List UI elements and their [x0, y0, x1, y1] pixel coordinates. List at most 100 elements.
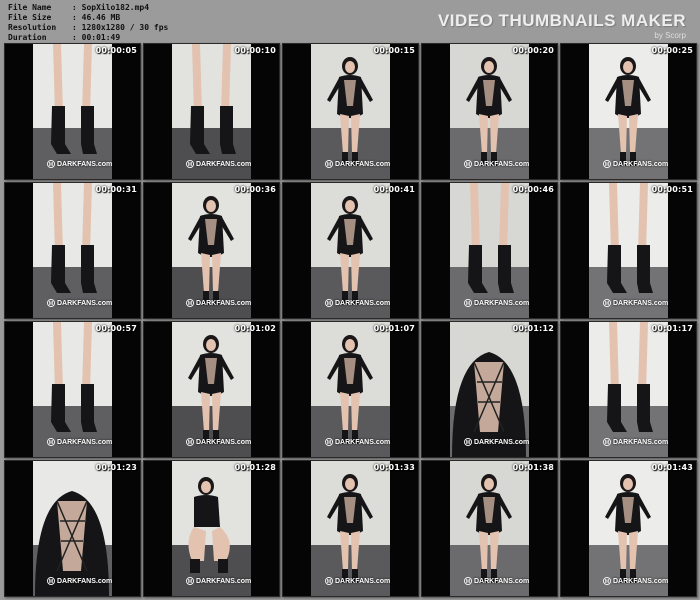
video-thumbnail[interactable]: 00:01:23 M DARKFANS.com — [4, 460, 141, 597]
watermark-logo-icon: M — [325, 160, 333, 168]
thumbnail-timestamp: 00:00:10 — [234, 46, 276, 55]
watermark-logo-icon: M — [325, 299, 333, 307]
watermark-text: DARKFANS.com — [613, 299, 669, 307]
letterbox-bar-right — [390, 183, 418, 318]
watermark-logo-icon: M — [325, 438, 333, 446]
thumbnail-frame — [422, 461, 557, 596]
watermark-text: DARKFANS.com — [335, 160, 391, 168]
watermark: M DARKFANS.com — [186, 160, 251, 168]
watermark: M DARKFANS.com — [186, 299, 251, 307]
watermark-text: DARKFANS.com — [335, 299, 391, 307]
letterbox-bar-left — [5, 44, 33, 179]
letterbox-bar-left — [144, 322, 172, 457]
video-thumbnail[interactable]: 00:01:33 M DARKFANS.com — [282, 460, 419, 597]
thumbnail-timestamp: 00:00:57 — [95, 324, 137, 333]
video-thumbnail[interactable]: 00:00:57 M DARKFANS.com — [4, 321, 141, 458]
thumbnail-frame — [561, 183, 696, 318]
thumbnail-frame — [144, 183, 279, 318]
thumbnail-frame — [5, 44, 140, 179]
letterbox-bar-left — [561, 183, 589, 318]
thumbnail-timestamp: 00:01:02 — [234, 324, 276, 333]
watermark: M DARKFANS.com — [325, 577, 390, 585]
video-thumbnail[interactable]: 00:00:31 M DARKFANS.com — [4, 182, 141, 319]
video-thumbnail[interactable]: 00:00:36 M DARKFANS.com — [143, 182, 280, 319]
thumbnail-frame — [561, 322, 696, 457]
watermark-logo-icon: M — [603, 438, 611, 446]
thumbnail-frame — [144, 44, 279, 179]
thumbnail-timestamp: 00:00:31 — [95, 185, 137, 194]
watermark: M DARKFANS.com — [603, 160, 668, 168]
watermark-text: DARKFANS.com — [57, 299, 113, 307]
video-thumbnail[interactable]: 00:01:02 M DARKFANS.com — [143, 321, 280, 458]
watermark: M DARKFANS.com — [464, 160, 529, 168]
video-thumbnail[interactable]: 00:00:25 M DARKFANS.com — [560, 43, 697, 180]
watermark-logo-icon: M — [464, 438, 472, 446]
watermark: M DARKFANS.com — [464, 438, 529, 446]
thumbnail-frame — [283, 183, 418, 318]
watermark-text: DARKFANS.com — [57, 160, 113, 168]
watermark: M DARKFANS.com — [186, 577, 251, 585]
video-thumbnail[interactable]: 00:00:46 M DARKFANS.com — [421, 182, 558, 319]
thumbnail-timestamp: 00:00:46 — [512, 185, 554, 194]
letterbox-bar-right — [251, 183, 279, 318]
watermark-text: DARKFANS.com — [474, 160, 530, 168]
letterbox-bar-right — [668, 44, 696, 179]
thumbnail-frame — [144, 461, 279, 596]
watermark: M DARKFANS.com — [464, 299, 529, 307]
letterbox-bar-right — [668, 183, 696, 318]
watermark: M DARKFANS.com — [325, 438, 390, 446]
letterbox-bar-right — [112, 183, 140, 318]
thumbnail-timestamp: 00:00:05 — [95, 46, 137, 55]
letterbox-bar-right — [529, 461, 557, 596]
video-thumbnail[interactable]: 00:00:51 M DARKFANS.com — [560, 182, 697, 319]
video-thumbnail[interactable]: 00:00:05 M DARKFANS.com — [4, 43, 141, 180]
letterbox-bar-left — [422, 183, 450, 318]
letterbox-bar-left — [144, 461, 172, 596]
watermark: M DARKFANS.com — [186, 438, 251, 446]
watermark-text: DARKFANS.com — [196, 160, 252, 168]
video-thumbnail[interactable]: 00:01:43 M DARKFANS.com — [560, 460, 697, 597]
thumbnail-timestamp: 00:00:15 — [373, 46, 415, 55]
thumbnail-timestamp: 00:01:12 — [512, 324, 554, 333]
thumbnail-frame — [422, 322, 557, 457]
thumbnail-frame — [561, 461, 696, 596]
watermark-logo-icon: M — [603, 299, 611, 307]
letterbox-bar-left — [5, 183, 33, 318]
watermark-logo-icon: M — [186, 438, 194, 446]
watermark: M DARKFANS.com — [47, 438, 112, 446]
video-thumbnail[interactable]: 00:01:07 M DARKFANS.com — [282, 321, 419, 458]
video-thumbnail[interactable]: 00:01:28 M DARKFANS.com — [143, 460, 280, 597]
watermark-text: DARKFANS.com — [57, 438, 113, 446]
letterbox-bar-right — [529, 322, 557, 457]
watermark-text: DARKFANS.com — [613, 577, 669, 585]
video-thumbnail[interactable]: 00:01:17 M DARKFANS.com — [560, 321, 697, 458]
watermark-logo-icon: M — [464, 160, 472, 168]
letterbox-bar-left — [283, 461, 311, 596]
watermark-text: DARKFANS.com — [196, 299, 252, 307]
letterbox-bar-right — [390, 461, 418, 596]
letterbox-bar-left — [144, 183, 172, 318]
thumbnail-timestamp: 00:01:38 — [512, 463, 554, 472]
video-thumbnail[interactable]: 00:00:10 M DARKFANS.com — [143, 43, 280, 180]
video-thumbnail[interactable]: 00:00:15 M DARKFANS.com — [282, 43, 419, 180]
thumbnail-timestamp: 00:00:36 — [234, 185, 276, 194]
thumbnail-timestamp: 00:00:20 — [512, 46, 554, 55]
letterbox-bar-left — [5, 461, 33, 596]
thumbnail-grid: 00:00:05 M DARKFANS.com 00:00:10 M DARKFANS.c… — [0, 0, 700, 600]
letterbox-bar-left — [561, 44, 589, 179]
video-thumbnail[interactable]: 00:01:38 M DARKFANS.com — [421, 460, 558, 597]
letterbox-bar-left — [422, 44, 450, 179]
thumbnail-frame — [5, 461, 140, 596]
watermark-logo-icon: M — [186, 160, 194, 168]
watermark-logo-icon: M — [47, 438, 55, 446]
thumbnail-frame — [561, 44, 696, 179]
video-thumbnail[interactable]: 00:00:41 M DARKFANS.com — [282, 182, 419, 319]
thumbnail-timestamp: 00:01:17 — [651, 324, 693, 333]
video-thumbnail[interactable]: 00:01:12 M DARKFANS.com — [421, 321, 558, 458]
watermark: M DARKFANS.com — [603, 438, 668, 446]
video-thumbnail[interactable]: 00:00:20 M DARKFANS.com — [421, 43, 558, 180]
thumbnail-timestamp: 00:01:43 — [651, 463, 693, 472]
letterbox-bar-right — [251, 44, 279, 179]
watermark-text: DARKFANS.com — [613, 160, 669, 168]
watermark: M DARKFANS.com — [47, 160, 112, 168]
